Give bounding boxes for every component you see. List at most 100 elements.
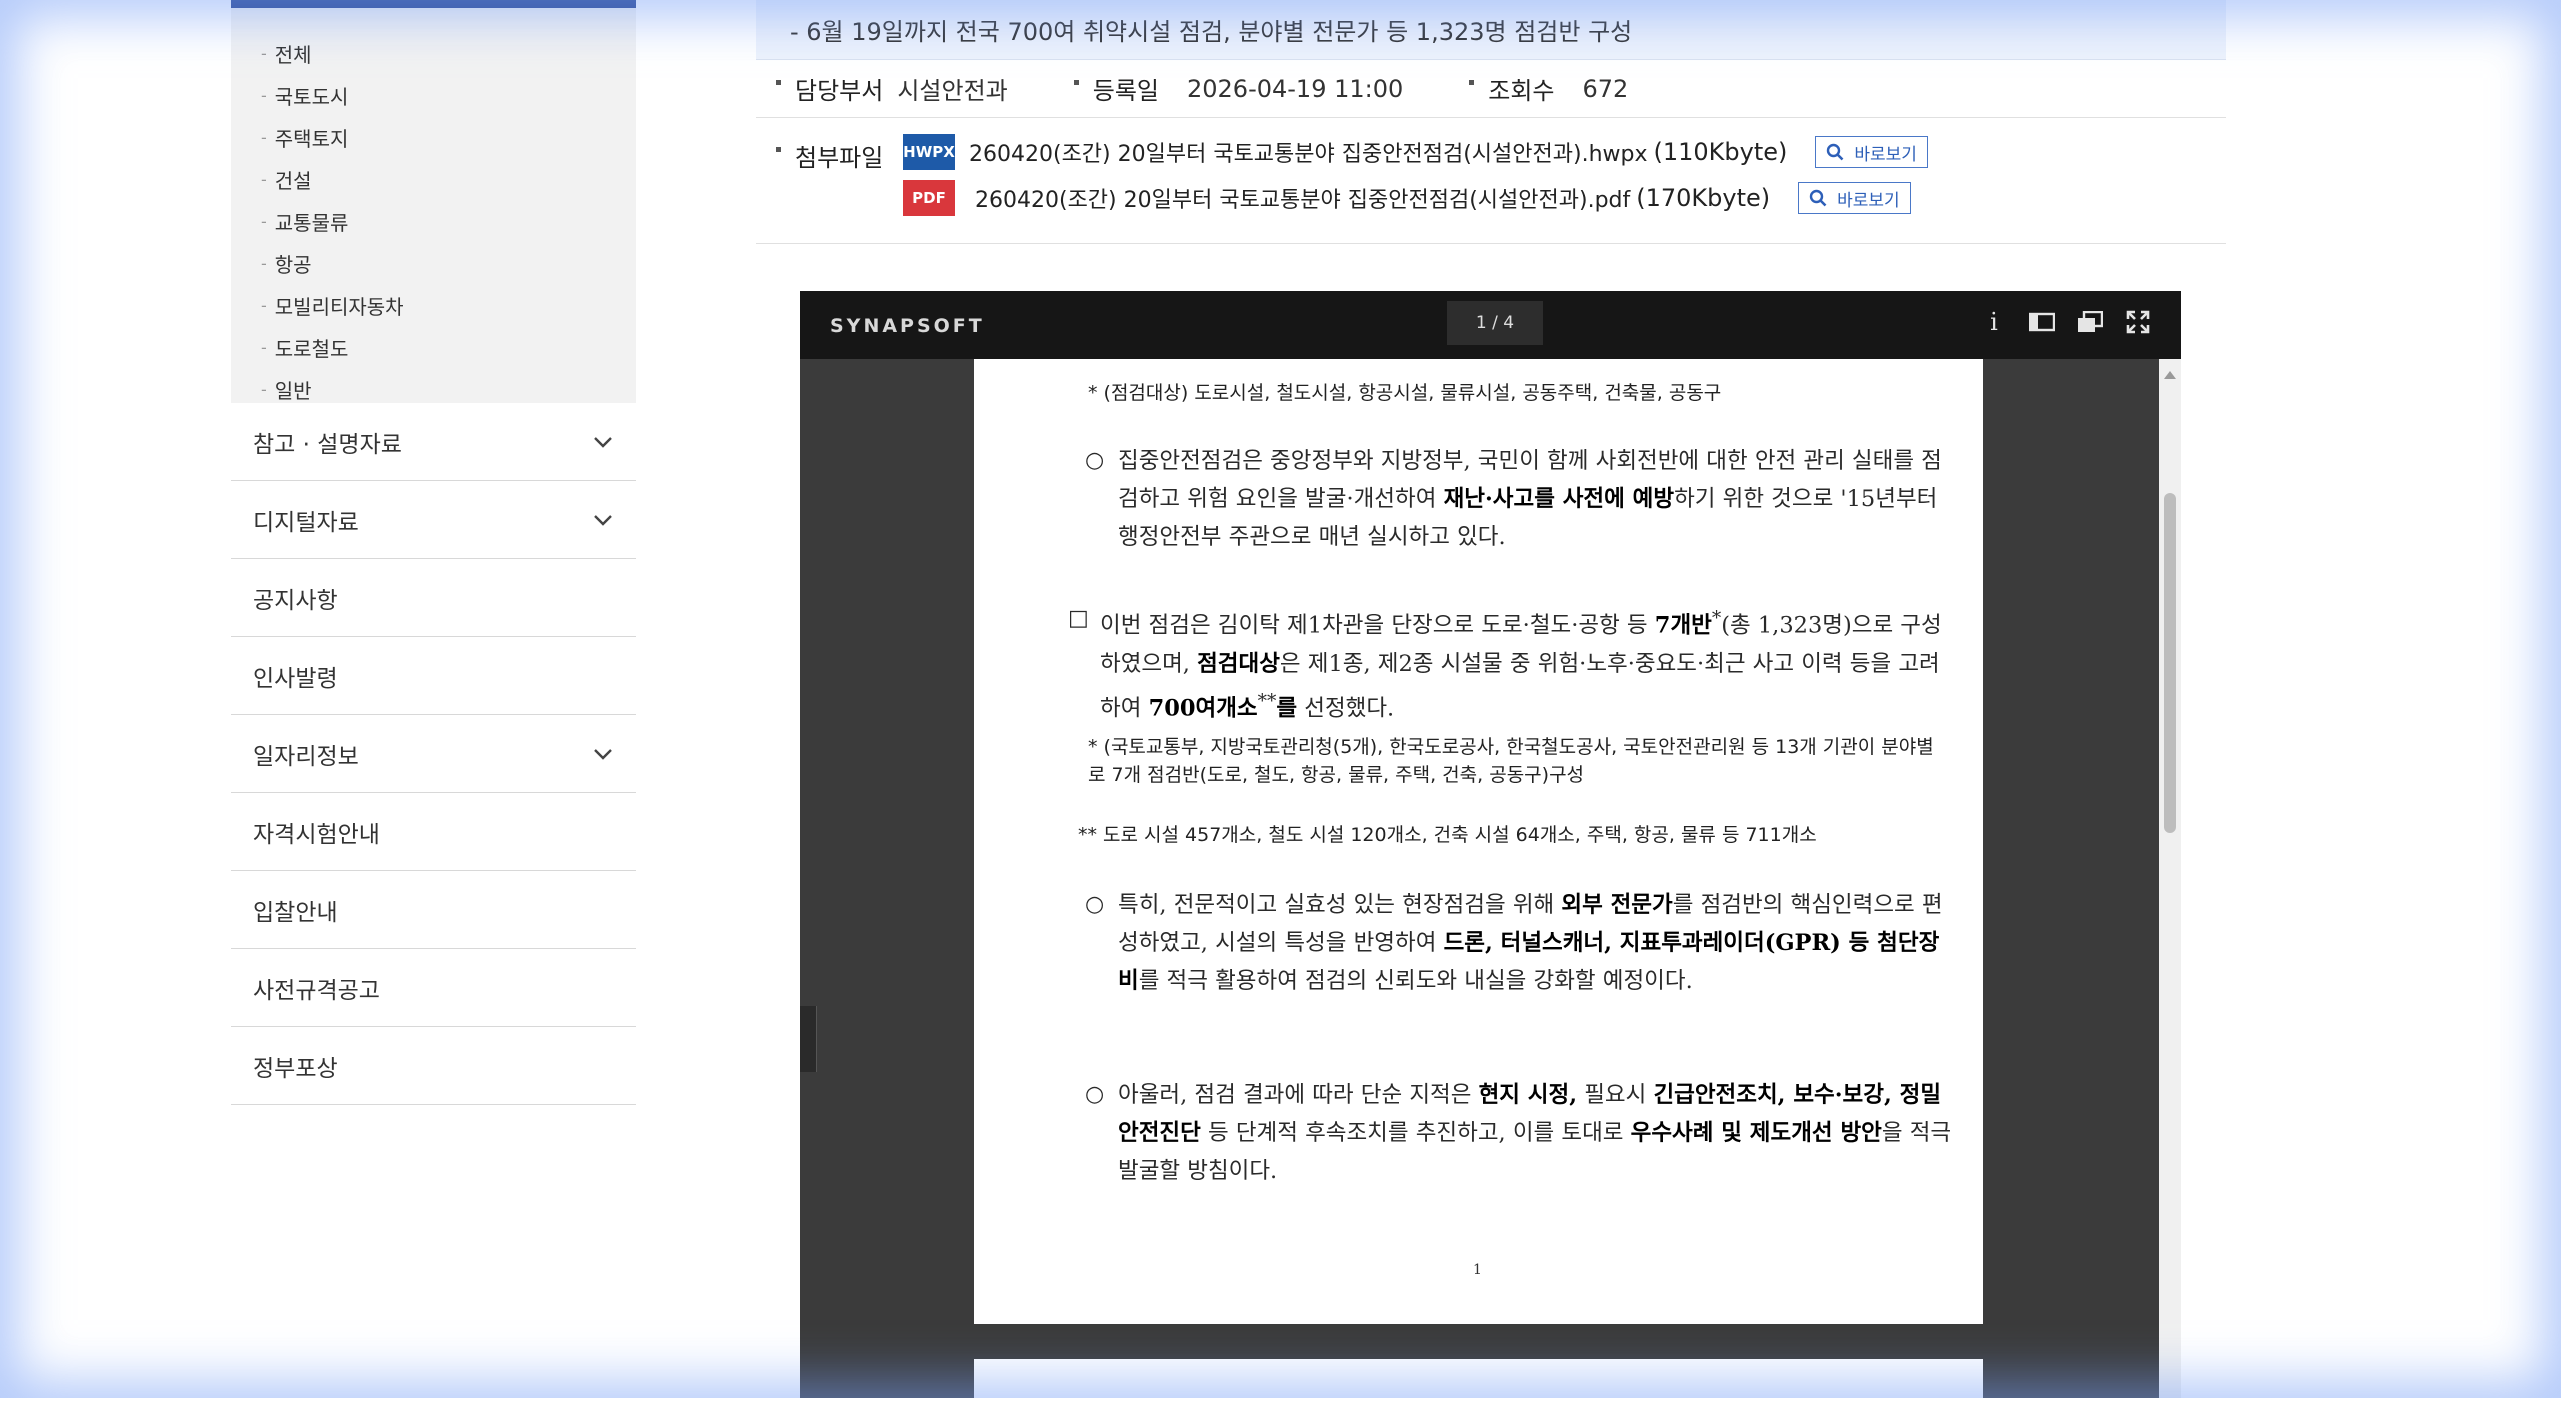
- dash-icon: -: [261, 337, 267, 357]
- dept-label: 담당부서: [795, 77, 884, 105]
- sidebar-menu-item[interactable]: 자격시험안내: [231, 793, 636, 871]
- sidebar-menu-item[interactable]: 일자리정보: [231, 715, 636, 793]
- sidebar: - 전체 - 국토도시 - 주택토지 - 건설 - 교통물류 - 항공 - 모빌리티자동차 - 도로철도 - 일반…: [231, 0, 636, 1105]
- submenu-item-label: 건설: [274, 168, 312, 193]
- dash-icon: -: [261, 253, 267, 273]
- document-paragraph: 집중안전점검은 중앙정부와 지방정부, 국민이 함께 사회전반에 대한 안전 관…: [1118, 448, 1942, 550]
- submenu-item[interactable]: - 전체: [231, 32, 636, 74]
- circle-bullet: ○: [1085, 892, 1105, 917]
- submenu-item[interactable]: - 건설: [231, 158, 636, 200]
- sidebar-menu: 참고 · 설명자료디지털자료공지사항인사발령일자리정보자격시험안내입찰안내사전규…: [231, 403, 636, 1105]
- document-footnote: ** 도로 시설 457개소, 철도 시설 120개소, 건축 시설 64개소,…: [1078, 824, 1817, 846]
- article-summary: - 6월 19일까지 전국 700여 취약시설 점검, 분야별 전문가 등 1,…: [756, 0, 2226, 60]
- file-size: (170Kbyte): [1636, 184, 1771, 212]
- document-page-next: [974, 1359, 1983, 1419]
- search-icon: [1827, 143, 1844, 161]
- chevron-down-icon[interactable]: [592, 431, 614, 453]
- document-paragraph: 아울러, 점검 결과에 따라 단순 지적은 현지 시정, 필요시 긴급안전조치,…: [1118, 1082, 1952, 1184]
- submenu-item-label: 항공: [274, 252, 312, 277]
- bullet-icon: [776, 80, 781, 85]
- chevron-down-icon[interactable]: [592, 743, 614, 765]
- submenu-item-label: 주택토지: [274, 126, 349, 151]
- sidebar-menu-item[interactable]: 사전규격공고: [231, 949, 636, 1027]
- attachment-link[interactable]: 260420(조간) 20일부터 국토교통분야 집중안전점검(시설안전과).pd…: [975, 182, 1630, 214]
- attachment-link[interactable]: 260420(조간) 20일부터 국토교통분야 집중안전점검(시설안전과).hw…: [969, 136, 1647, 168]
- dash-icon: -: [261, 127, 267, 147]
- page-number: 1: [1473, 1262, 1482, 1278]
- date-label: 등록일: [1092, 77, 1159, 105]
- submenu-item[interactable]: - 교통물류: [231, 200, 636, 242]
- sidebar-menu-item[interactable]: 입찰안내: [231, 871, 636, 949]
- file-size: (110Kbyte): [1653, 138, 1788, 166]
- dash-icon: -: [261, 379, 267, 399]
- document-paragraph: 이번 점검은 김이탁 제1차관을 단장으로 도로·철도·공항 등 7개반*(총 …: [1100, 608, 1942, 721]
- page-indicator[interactable]: 1 / 4: [1447, 301, 1543, 345]
- sidebar-active-bar: [231, 0, 636, 8]
- attachments-label: 첨부파일: [795, 144, 884, 172]
- document-viewer: SYNAPSOFT 1 / 4 i * (점검대상) 도로시설, 철도시설, 항…: [800, 291, 2181, 1419]
- view-button[interactable]: 바로보기: [1798, 182, 1911, 214]
- resize-handle[interactable]: [800, 1006, 817, 1072]
- attachment-hwpx: HWPX 260420(조간) 20일부터 국토교통분야 집중안전점검(시설안전…: [903, 134, 1928, 170]
- sidebar-menu-label: 사전규격공고: [253, 977, 380, 1004]
- submenu-item[interactable]: - 모빌리티자동차: [231, 284, 636, 326]
- submenu-item-label: 국토도시: [274, 84, 349, 109]
- dept-value: 시설안전과: [897, 77, 1008, 105]
- scroll-up-icon[interactable]: [2164, 371, 2176, 379]
- views-label: 조회수: [1488, 77, 1555, 105]
- info-icon[interactable]: i: [1981, 308, 2007, 336]
- sidebar-menu-label: 입찰안내: [253, 899, 338, 926]
- sidebar-menu-label: 자격시험안내: [253, 821, 380, 848]
- sidebar-menu-item[interactable]: 공지사항: [231, 559, 636, 637]
- document-footnote: * (국토교통부, 지방국토관리청(5개), 한국도로공사, 한국철도공사, 국…: [1088, 736, 1934, 786]
- document-page: * (점검대상) 도로시설, 철도시설, 항공시설, 물류시설, 공동주택, 건…: [974, 359, 1983, 1324]
- viewer-scrollbar[interactable]: [2159, 359, 2181, 1398]
- bullet-icon: [1073, 80, 1079, 85]
- attachments: 첨부파일 HWPX 260420(조간) 20일부터 국토교통분야 집중안전점검…: [756, 118, 2226, 244]
- scroll-thumb[interactable]: [2164, 493, 2176, 833]
- submenu-item-label: 일반: [274, 378, 312, 403]
- sidebar-toggle-icon[interactable]: [2029, 309, 2055, 335]
- date-value: 2026-04-19 11:00: [1186, 74, 1404, 103]
- circle-bullet: ○: [1085, 448, 1105, 473]
- article-content: - 6월 19일까지 전국 700여 취약시설 점검, 분야별 전문가 등 1,…: [756, 0, 2226, 244]
- view-button-label: 바로보기: [1837, 190, 1900, 211]
- sidebar-menu-label: 인사발령: [253, 665, 338, 692]
- sidebar-menu-label: 참고 · 설명자료: [253, 431, 402, 458]
- bullet-icon: [776, 147, 781, 152]
- dash-icon: -: [261, 43, 267, 63]
- article-meta: 담당부서 시설안전과 등록일 2026-04-19 11:00 조회수 672: [756, 60, 2226, 118]
- submenu-item[interactable]: - 주택토지: [231, 116, 636, 158]
- submenu-item[interactable]: - 항공: [231, 242, 636, 284]
- submenu-item-label: 모빌리티자동차: [274, 294, 404, 319]
- square-bullet: □: [1068, 606, 1089, 631]
- pdf-icon: PDF: [903, 180, 955, 216]
- dash-icon: -: [261, 295, 267, 315]
- chevron-down-icon[interactable]: [592, 509, 614, 531]
- sidebar-menu-label: 디지털자료: [253, 509, 359, 536]
- popout-icon[interactable]: [2077, 309, 2103, 335]
- sidebar-menu-label: 일자리정보: [253, 743, 359, 770]
- submenu-item-label: 전체: [274, 42, 312, 67]
- submenu-item[interactable]: - 국토도시: [231, 74, 636, 116]
- submenu-item-label: 교통물류: [274, 210, 349, 235]
- search-icon: [1809, 189, 1827, 207]
- sidebar-menu-item[interactable]: 참고 · 설명자료: [231, 403, 636, 481]
- bullet-icon: [1469, 80, 1475, 85]
- sidebar-menu-item[interactable]: 디지털자료: [231, 481, 636, 559]
- viewer-toolbar: SYNAPSOFT 1 / 4 i: [800, 291, 2181, 359]
- submenu-item[interactable]: - 도로철도: [231, 326, 636, 368]
- view-button[interactable]: 바로보기: [1815, 136, 1928, 168]
- document-paragraph: 특히, 전문적이고 실효성 있는 현장점검을 위해 외부 전문가를 점검반의 핵…: [1118, 892, 1943, 994]
- attachment-pdf: PDF 260420(조간) 20일부터 국토교통분야 집중안전점검(시설안전과…: [903, 180, 1911, 216]
- fullscreen-icon[interactable]: [2125, 309, 2151, 335]
- sidebar-menu-item[interactable]: 정부포상: [231, 1027, 636, 1105]
- sidebar-menu-item[interactable]: 인사발령: [231, 637, 636, 715]
- sidebar-menu-label: 정부포상: [253, 1055, 338, 1082]
- submenu: - 전체 - 국토도시 - 주택토지 - 건설 - 교통물류 - 항공 - 모빌리티자동차 - 도로철도 - 일반: [231, 8, 636, 403]
- viewer-brand: SYNAPSOFT: [830, 315, 985, 337]
- circle-bullet: ○: [1085, 1082, 1105, 1107]
- submenu-item-label: 도로철도: [274, 336, 349, 361]
- dash-icon: -: [261, 169, 267, 189]
- dash-icon: -: [261, 85, 267, 105]
